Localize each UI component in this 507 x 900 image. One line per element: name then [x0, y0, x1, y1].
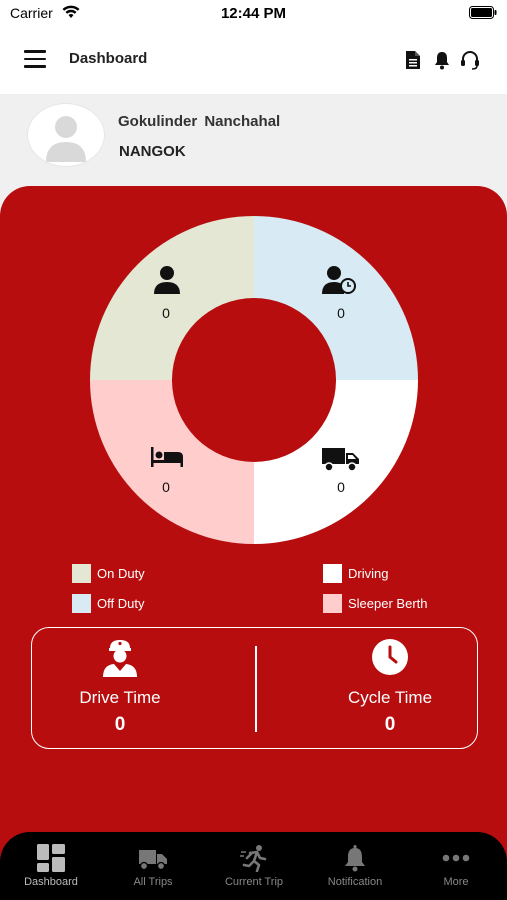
- bell-icon: [305, 844, 405, 872]
- nav-all-trips[interactable]: All Trips: [103, 844, 203, 888]
- headset-icon[interactable]: [460, 51, 480, 75]
- cycle-time-value: 0: [384, 714, 396, 735]
- more-icon: [406, 844, 506, 872]
- legend-sleeper-berth: Sleeper Berth: [323, 593, 428, 613]
- legend-label: Driving: [348, 565, 389, 581]
- legend-label: Sleeper Berth: [348, 595, 428, 611]
- nav-dashboard[interactable]: Dashboard: [1, 844, 101, 888]
- nav-current-trip[interactable]: Current Trip: [204, 844, 304, 888]
- nav-more[interactable]: More: [406, 844, 506, 888]
- bell-icon[interactable]: [434, 51, 450, 75]
- nav-label: Notification: [327, 876, 383, 888]
- dashboard-icon: [1, 844, 101, 872]
- legend-swatch: [72, 563, 91, 583]
- legend-driving: Driving: [323, 563, 389, 583]
- legend-label: Off Duty: [97, 595, 145, 611]
- clock-time: 12:44 PM: [220, 5, 287, 22]
- nav-label: More: [443, 876, 469, 888]
- legend-swatch: [323, 563, 342, 583]
- page-title: Dashboard: [69, 50, 148, 67]
- nav-label: All Trips: [133, 876, 173, 888]
- user-clock-icon: [322, 265, 358, 300]
- cycle-time-label: Cycle Time: [347, 688, 433, 707]
- drive-time-value: 0: [114, 714, 126, 735]
- legend-swatch: [72, 593, 91, 613]
- divider: [255, 646, 257, 732]
- battery-icon: [469, 6, 497, 24]
- legend-label: On Duty: [97, 565, 145, 581]
- time-summary-card: Drive Time 0 Cycle Time 0: [31, 627, 478, 749]
- profile-section: Gokulinder Nanchahal NANGOK: [0, 94, 507, 194]
- drive-time-label: Drive Time: [79, 688, 161, 707]
- duty-status-donut: [90, 216, 418, 544]
- user-icon: [154, 265, 180, 300]
- off-duty-value: 0: [337, 305, 345, 321]
- driver-name: Gokulinder Nanchahal: [118, 113, 281, 130]
- bottom-nav: Dashboard All Trips Current Trip Notific…: [0, 832, 507, 900]
- driver-icon: [100, 638, 140, 683]
- driving-value: 0: [337, 479, 345, 495]
- donut-hole: [172, 298, 336, 462]
- legend-swatch: [323, 593, 342, 613]
- clock-icon: [371, 638, 409, 681]
- legend-on-duty: On Duty: [72, 563, 145, 583]
- trips-icon: [103, 844, 203, 872]
- avatar[interactable]: [28, 104, 104, 166]
- nav-label: Dashboard: [24, 876, 78, 888]
- nav-label: Current Trip: [224, 876, 284, 888]
- menu-icon[interactable]: [24, 50, 46, 68]
- document-icon[interactable]: [405, 50, 421, 75]
- truck-icon: [322, 446, 360, 477]
- company-name: NANGOK: [119, 143, 186, 160]
- app-header: Dashboard: [0, 26, 507, 94]
- sleeper-berth-value: 0: [162, 479, 170, 495]
- on-duty-value: 0: [162, 305, 170, 321]
- bed-icon: [150, 446, 184, 473]
- nav-notification[interactable]: Notification: [305, 844, 405, 888]
- status-bar: Carrier 12:44 PM: [0, 0, 507, 26]
- legend-off-duty: Off Duty: [72, 593, 145, 613]
- runner-icon: [204, 844, 304, 873]
